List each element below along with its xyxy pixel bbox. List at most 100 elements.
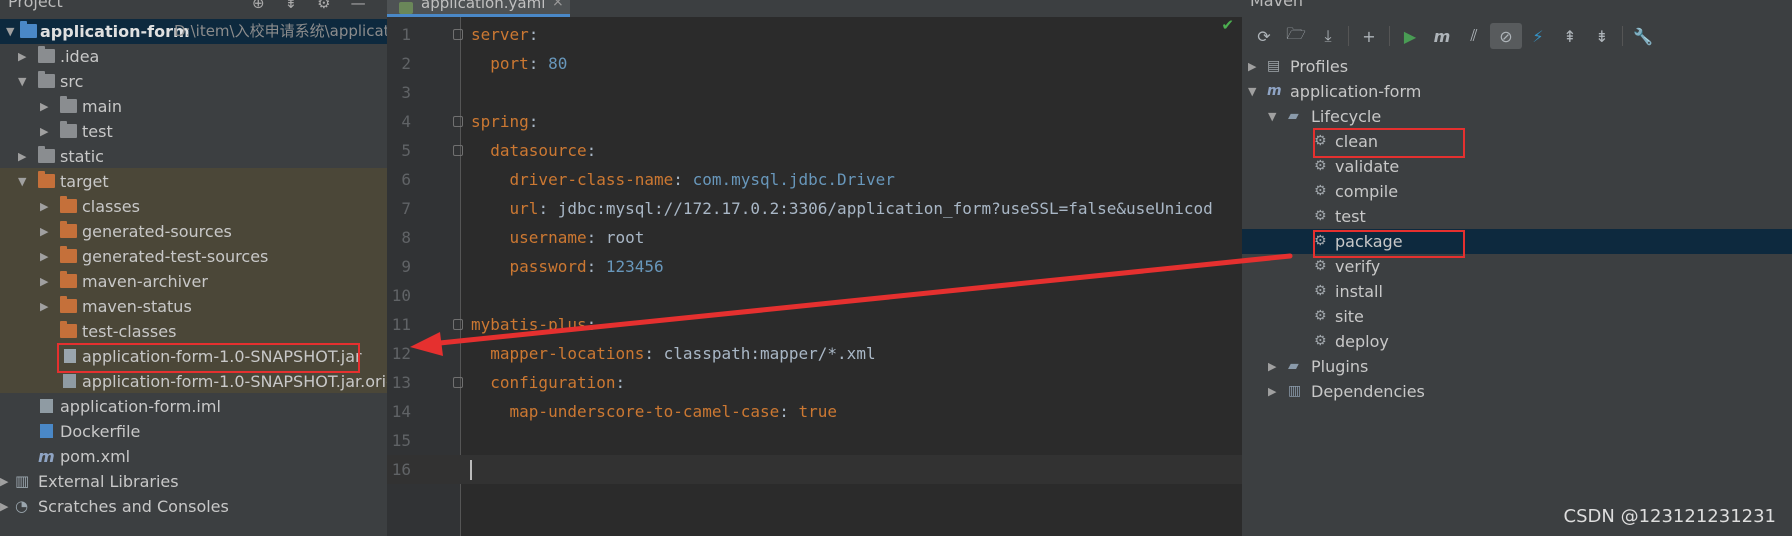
fold-marker-icon[interactable] — [453, 29, 463, 40]
code-line[interactable]: 7 url: jdbc:mysql://172.17.0.2:3306/appl… — [387, 194, 1242, 223]
code-text: mybatis-plus: — [471, 310, 596, 339]
tree-item-generated-sources[interactable]: ▶ generated-sources — [0, 219, 387, 244]
tree-item-maven-status[interactable]: ▶ maven-status — [0, 294, 387, 319]
maven-goal-package[interactable]: ⚙ package — [1242, 229, 1792, 254]
tree-item-external-libraries[interactable]: ▶ ▥ External Libraries — [0, 469, 387, 494]
code-line[interactable]: 16 — [387, 455, 1242, 484]
expand-arrow-icon[interactable]: ▼ — [18, 169, 26, 194]
yaml-separator: : — [528, 25, 539, 44]
tree-item-test[interactable]: ▶ test — [0, 119, 387, 144]
expand-arrow-icon[interactable]: ▼ — [6, 19, 14, 44]
code-line[interactable]: 1 server: — [387, 20, 1242, 49]
maven-item-dependencies[interactable]: ▶ ▥ Dependencies — [1242, 379, 1792, 404]
tree-item-static[interactable]: ▶ static — [0, 144, 387, 169]
expand-arrow-icon[interactable]: ▶ — [0, 494, 8, 519]
expand-arrow-icon[interactable]: ▶ — [40, 269, 48, 294]
gear-icon: ⚙ — [1314, 258, 1327, 274]
maven-item-plugins[interactable]: ▶ ▰ Plugins — [1242, 354, 1792, 379]
tree-item-pom[interactable]: m pom.xml — [0, 444, 387, 469]
maven-item-profiles[interactable]: ▶ ▤ Profiles — [1242, 54, 1792, 79]
maven-goal-install[interactable]: ⚙ install — [1242, 279, 1792, 304]
expand-arrow-icon[interactable]: ▶ — [18, 44, 26, 69]
maven-goal-test[interactable]: ⚙ test — [1242, 204, 1792, 229]
expand-arrow-icon[interactable]: ▶ — [18, 144, 26, 169]
maven-goal-deploy[interactable]: ⚙ deploy — [1242, 329, 1792, 354]
tree-item-maven-archiver[interactable]: ▶ maven-archiver — [0, 269, 387, 294]
code-line[interactable]: 9 password: 123456 — [387, 252, 1242, 281]
expand-arrow-icon[interactable]: ▶ — [1268, 379, 1276, 404]
download-icon[interactable]: ⤓ — [1312, 23, 1344, 49]
tree-item-label: classes — [82, 197, 140, 216]
expand-arrow-icon[interactable]: ▶ — [40, 194, 48, 219]
gear-icon[interactable]: ⚙ — [317, 0, 330, 12]
tree-item-label: application-form-1.0-SNAPSHOT.jar — [82, 347, 362, 366]
tree-item-classes[interactable]: ▶ classes — [0, 194, 387, 219]
fold-marker-icon[interactable] — [453, 145, 463, 156]
expand-arrow-icon[interactable]: ▼ — [1248, 79, 1256, 104]
fold-marker-icon[interactable] — [453, 377, 463, 388]
collapse-icon[interactable]: ⇟ — [285, 0, 298, 12]
maven-goal-icon[interactable]: m — [1426, 23, 1458, 49]
skip-tests-icon[interactable]: ⊘ — [1490, 23, 1522, 49]
code-line[interactable]: 5 datasource: — [387, 136, 1242, 165]
expand-arrow-icon[interactable]: ▶ — [40, 244, 48, 269]
tab-application-yaml[interactable]: application.yaml × — [387, 0, 570, 17]
tree-item-dockerfile[interactable]: Dockerfile — [0, 419, 387, 444]
expand-arrow-icon[interactable]: ▼ — [18, 69, 26, 94]
reload-icon[interactable]: ⟳ — [1248, 23, 1280, 49]
maven-item-application-form[interactable]: ▼ m application-form — [1242, 79, 1792, 104]
toggle-offline-icon[interactable]: ⫽ — [1458, 23, 1490, 49]
tree-item-test-classes[interactable]: test-classes — [0, 319, 387, 344]
code-line[interactable]: 4 spring: — [387, 107, 1242, 136]
tree-item-target[interactable]: ▼ target — [0, 169, 387, 194]
code-line[interactable]: 6 driver-class-name: com.mysql.jdbc.Driv… — [387, 165, 1242, 194]
expand-arrow-icon[interactable]: ▶ — [40, 294, 48, 319]
code-line[interactable]: 3 — [387, 78, 1242, 107]
expand-arrow-icon[interactable]: ▶ — [0, 469, 8, 494]
tree-item-scratches[interactable]: ▶ ◔ Scratches and Consoles — [0, 494, 387, 519]
fold-marker-icon[interactable] — [453, 319, 463, 330]
maven-item-lifecycle[interactable]: ▼ ▰ Lifecycle — [1242, 104, 1792, 129]
tree-item-snapshot-jar-original[interactable]: application-form-1.0-SNAPSHOT.jar.origin — [0, 369, 387, 394]
run-icon[interactable]: ▶ — [1394, 23, 1426, 49]
tree-item-idea[interactable]: ▶ .idea — [0, 44, 387, 69]
settings-wrench-icon[interactable]: 🔧 — [1627, 23, 1659, 49]
code-text: mapper-locations: classpath:mapper/*.xml — [471, 339, 875, 368]
code-line[interactable]: 10 — [387, 281, 1242, 310]
expand-all-icon[interactable]: ⇞ — [1554, 23, 1586, 49]
show-dependencies-icon[interactable]: ⚡ — [1522, 23, 1554, 49]
tree-item-src[interactable]: ▼ src — [0, 69, 387, 94]
minimize-icon[interactable]: — — [351, 0, 366, 12]
maven-goal-clean[interactable]: ⚙ clean — [1242, 129, 1792, 154]
maven-goal-validate[interactable]: ⚙ validate — [1242, 154, 1792, 179]
code-line[interactable]: 8 username: root — [387, 223, 1242, 252]
fold-marker-icon[interactable] — [453, 116, 463, 127]
tree-item-label: application-form — [40, 22, 190, 41]
code-line[interactable]: 15 — [387, 426, 1242, 455]
add-icon[interactable]: + — [1353, 23, 1385, 49]
maven-goal-verify[interactable]: ⚙ verify — [1242, 254, 1792, 279]
code-line[interactable]: 14 map-underscore-to-camel-case: true — [387, 397, 1242, 426]
locate-icon[interactable]: ⊕ — [252, 0, 265, 12]
tree-item-application-form[interactable]: ▼ application-form D:\item\入校申请系统\applic… — [0, 19, 387, 44]
expand-arrow-icon[interactable]: ▶ — [1268, 354, 1276, 379]
reimport-folder-icon[interactable]: 🗁 — [1280, 23, 1312, 49]
code-line[interactable]: 11 mybatis-plus: — [387, 310, 1242, 339]
expand-arrow-icon[interactable]: ▶ — [1248, 54, 1256, 79]
project-title[interactable]: Project — [8, 0, 63, 11]
maven-goal-compile[interactable]: ⚙ compile — [1242, 179, 1792, 204]
tree-item-iml[interactable]: application-form.iml — [0, 394, 387, 419]
tree-item-snapshot-jar[interactable]: application-form-1.0-SNAPSHOT.jar — [0, 344, 387, 369]
expand-arrow-icon[interactable]: ▶ — [40, 219, 48, 244]
close-icon[interactable]: × — [552, 0, 564, 10]
maven-goal-site[interactable]: ⚙ site — [1242, 304, 1792, 329]
tree-item-main[interactable]: ▶ main — [0, 94, 387, 119]
tree-item-generated-test-sources[interactable]: ▶ generated-test-sources — [0, 244, 387, 269]
expand-arrow-icon[interactable]: ▶ — [40, 94, 48, 119]
expand-arrow-icon[interactable]: ▶ — [40, 119, 48, 144]
code-line[interactable]: 13 configuration: — [387, 368, 1242, 397]
collapse-all-icon[interactable]: ⇟ — [1586, 23, 1618, 49]
expand-arrow-icon[interactable]: ▼ — [1268, 104, 1276, 129]
code-line[interactable]: 12 mapper-locations: classpath:mapper/*.… — [387, 339, 1242, 368]
code-line[interactable]: 2 port: 80 — [387, 49, 1242, 78]
